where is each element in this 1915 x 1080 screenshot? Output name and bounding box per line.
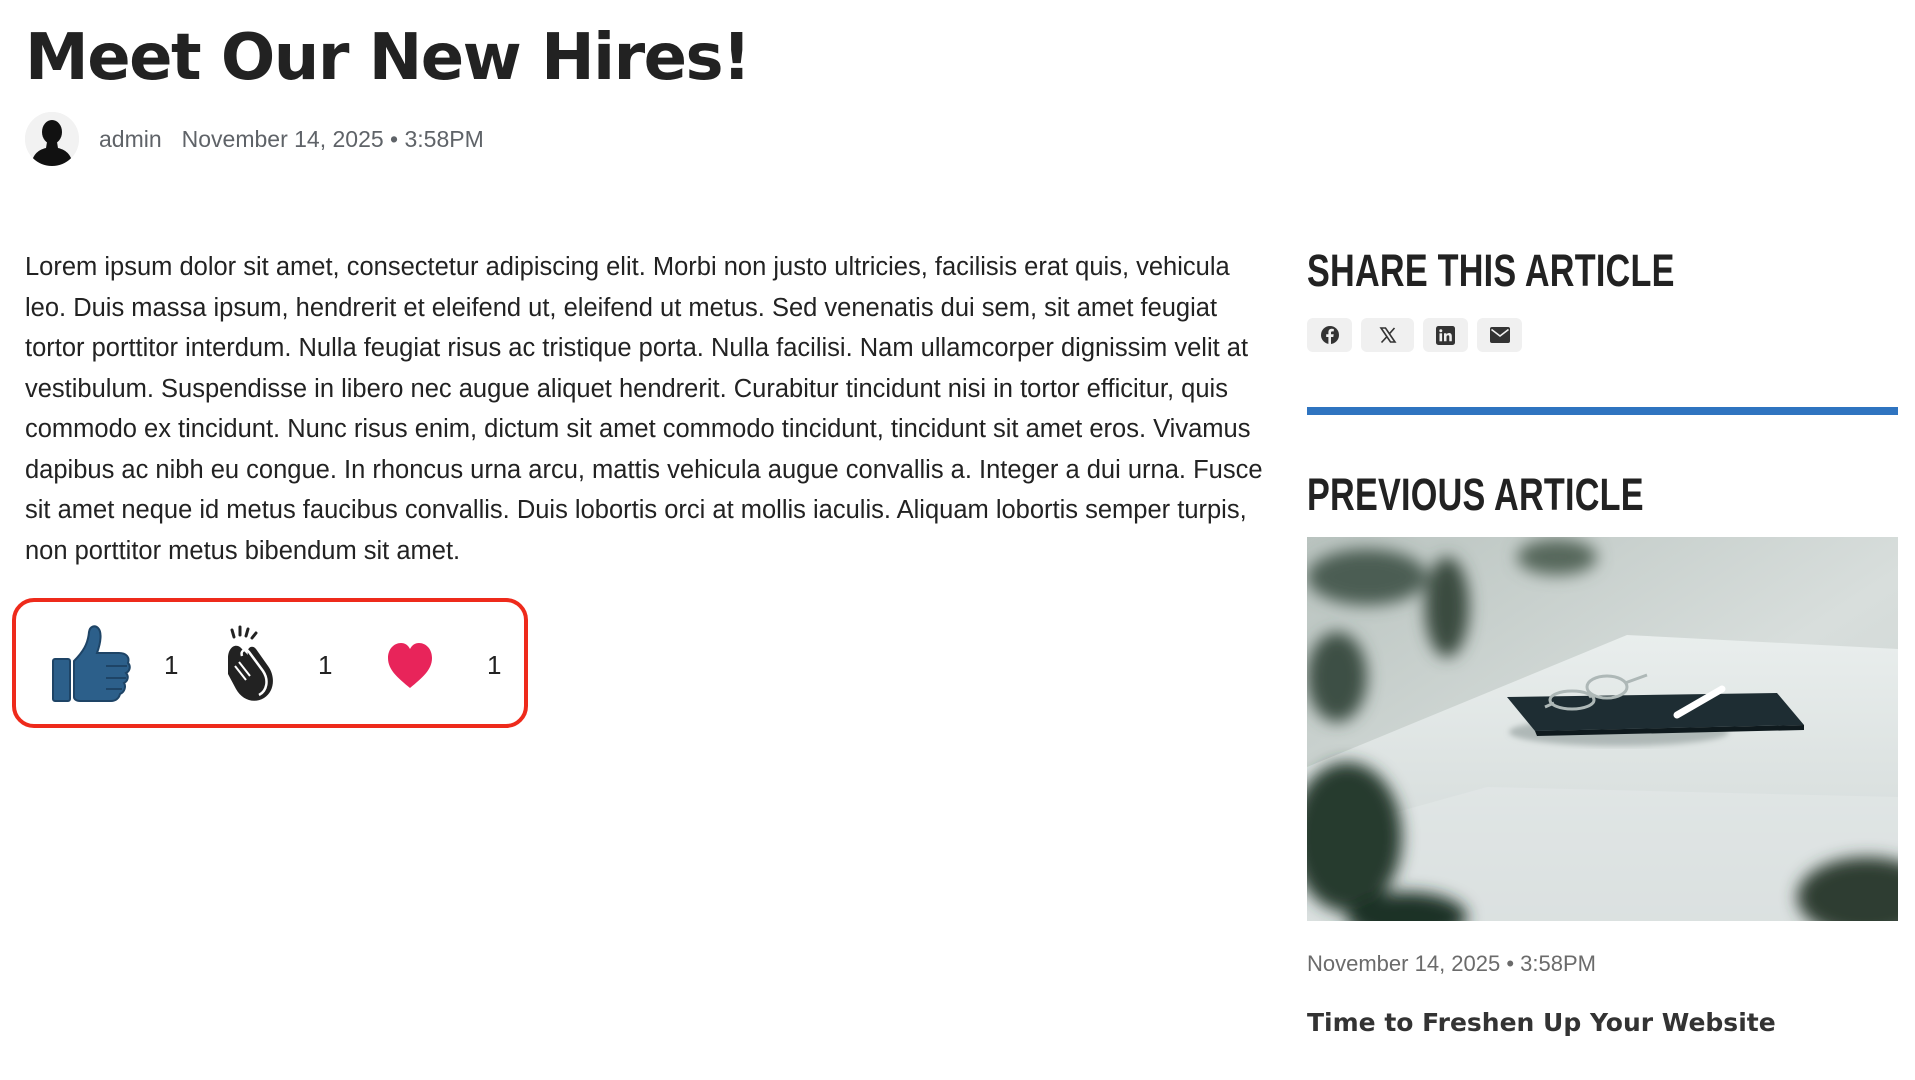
- previous-article-heading: PREVIOUS ARTICLE: [1307, 469, 1644, 520]
- reaction-like-count[interactable]: 1: [164, 650, 178, 681]
- previous-article-date: November 14, 2025 • 3:58PM: [1307, 951, 1596, 976]
- post-meta: admin November 14, 2025 • 3:58PM: [25, 112, 484, 166]
- reactions-bar: 1 1 1: [12, 598, 528, 728]
- previous-article-title-link[interactable]: Time to Freshen Up Your Website: [1307, 1008, 1776, 1037]
- x-icon: [1378, 327, 1397, 344]
- reaction-love-count[interactable]: 1: [487, 650, 501, 681]
- share-linkedin-button[interactable]: [1423, 318, 1468, 352]
- linkedin-icon: [1436, 325, 1455, 345]
- share-x-button[interactable]: [1361, 318, 1414, 352]
- person-silhouette-icon: [25, 112, 79, 166]
- previous-article-image[interactable]: [1307, 537, 1898, 921]
- author-avatar[interactable]: [25, 112, 79, 166]
- facebook-icon: [1320, 326, 1339, 344]
- clapping-hands-icon[interactable]: [218, 622, 288, 708]
- share-buttons: [1307, 318, 1522, 352]
- share-heading: SHARE THIS ARTICLE: [1307, 245, 1675, 296]
- author-name[interactable]: admin: [99, 126, 162, 153]
- share-email-button[interactable]: [1477, 318, 1522, 352]
- post-date: November 14, 2025 • 3:58PM: [181, 125, 484, 152]
- post-title: Meet Our New Hires!: [25, 21, 751, 95]
- post-body: Lorem ipsum dolor sit amet, consectetur …: [25, 253, 1263, 565]
- reaction-clap-count[interactable]: 1: [318, 650, 332, 681]
- envelope-icon: [1489, 327, 1510, 343]
- heart-icon[interactable]: [384, 622, 436, 708]
- thumbs-up-icon[interactable]: [48, 622, 134, 708]
- share-facebook-button[interactable]: [1307, 318, 1352, 352]
- sidebar-divider: [1307, 407, 1898, 415]
